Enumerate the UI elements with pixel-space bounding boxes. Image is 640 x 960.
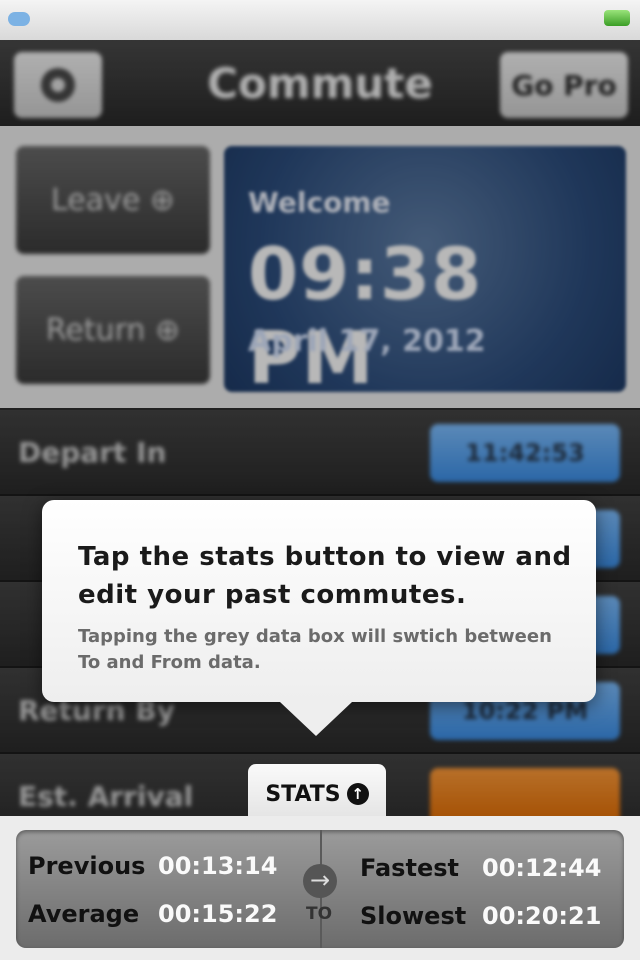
tooltip-body: Tapping the grey data box will swtich be… [78,626,552,673]
fastest-label: Fastest [360,854,459,882]
arrow-up-icon: ↑ [346,783,369,805]
slowest-label: Slowest [360,902,467,930]
previous-label: Previous [28,852,146,880]
average-value: 00:15:22 [158,900,278,928]
stats-tooltip[interactable]: Tap the stats button to view and edit yo… [42,500,596,736]
average-label: Average [28,900,140,928]
previous-value: 00:13:14 [158,852,278,880]
status-bar [0,0,640,40]
tooltip-title: Tap the stats button to view and edit yo… [78,542,572,610]
stats-data-box[interactable]: Previous 00:13:14 Average 00:15:22 → TO … [16,830,624,948]
signal-icon [8,12,30,26]
slowest-value: 00:20:21 [482,902,602,930]
arrow-right-icon: → [303,864,337,898]
fastest-value: 00:12:44 [482,854,602,882]
battery-icon [604,10,630,26]
stats-button-label: STATS [265,781,341,807]
direction-label: TO [306,904,333,924]
stats-panel: Previous 00:13:14 Average 00:15:22 → TO … [0,816,640,960]
stats-button[interactable]: STATS ↑ [248,764,386,824]
